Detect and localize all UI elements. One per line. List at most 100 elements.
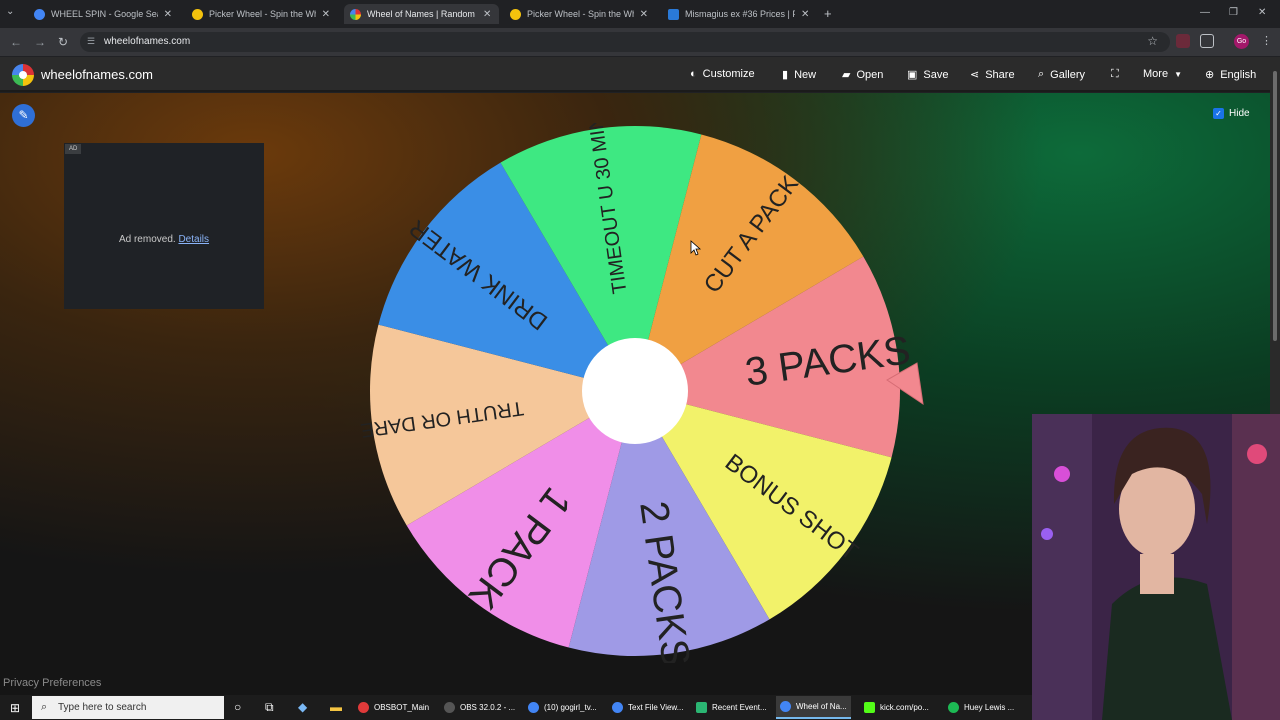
new-file-icon: ▮ bbox=[782, 69, 789, 81]
checkbox-checked-icon[interactable]: ✓ bbox=[1213, 108, 1224, 119]
new-label: New bbox=[794, 68, 817, 81]
google-favicon-icon bbox=[34, 8, 45, 20]
windows-start-icon[interactable]: ⊞ bbox=[10, 701, 20, 715]
taskbar-app[interactable]: Huey Lewis ... bbox=[944, 696, 1018, 719]
taskbar-app[interactable]: (10) gogirl_tv... bbox=[524, 696, 601, 719]
spin-wheel[interactable]: 3 PACKSBONUS SHOT2 PACKS1 PACKTRUTH OR D… bbox=[360, 123, 930, 663]
extension-icon[interactable] bbox=[1176, 34, 1190, 48]
close-tab-icon[interactable]: ✕ bbox=[164, 9, 172, 20]
open-label: Open bbox=[856, 68, 884, 81]
ad-details-link[interactable]: Details bbox=[178, 234, 209, 245]
save-label: Save bbox=[923, 68, 949, 81]
browser-tab[interactable]: Mismagius ex #36 Prices | Poke ✕ bbox=[662, 4, 817, 24]
url-text: wheelofnames.com bbox=[104, 36, 191, 47]
cortana-icon[interactable]: ○ bbox=[234, 700, 241, 714]
back-icon[interactable]: ← bbox=[10, 35, 22, 49]
taskbar-app-active[interactable]: Wheel of Na... bbox=[776, 696, 851, 719]
language-label: English bbox=[1220, 68, 1257, 81]
close-tab-icon[interactable]: ✕ bbox=[801, 9, 809, 20]
obs-icon bbox=[444, 702, 455, 713]
wheel-center-button[interactable] bbox=[582, 338, 688, 444]
site-name[interactable]: wheelofnames.com bbox=[41, 67, 153, 82]
taskbar-app[interactable]: OBSBOT_Main bbox=[354, 696, 433, 719]
chrome-icon bbox=[612, 702, 623, 713]
minimize-icon[interactable]: — bbox=[1200, 7, 1210, 18]
taskbar-app[interactable]: Text File View... bbox=[608, 696, 687, 719]
folder-icon: ▰ bbox=[842, 69, 851, 81]
save-button[interactable]: ▣ Save bbox=[907, 68, 949, 82]
pricecharting-favicon-icon bbox=[668, 8, 679, 20]
tab-title: Mismagius ex #36 Prices | Poke bbox=[685, 9, 795, 19]
forward-icon[interactable]: → bbox=[34, 35, 46, 49]
more-button[interactable]: More ▼ bbox=[1143, 68, 1182, 80]
taskbar-app[interactable]: Recent Event... bbox=[692, 696, 771, 719]
browser-tab[interactable]: WHEEL SPIN - Google Search ✕ bbox=[28, 4, 178, 24]
privacy-preferences-link[interactable]: Privacy Preferences bbox=[3, 677, 101, 689]
picker-wheel-favicon-icon bbox=[510, 8, 521, 20]
share-label: Share bbox=[985, 68, 1015, 81]
customize-label: Customize bbox=[702, 68, 755, 80]
task-view-icon[interactable]: ⧉ bbox=[265, 700, 274, 715]
taskbar-app[interactable]: kick.com/po... bbox=[860, 696, 933, 719]
profile-avatar[interactable]: Go bbox=[1234, 34, 1249, 49]
customize-button[interactable]: ◐ Customize bbox=[690, 68, 755, 80]
windows-taskbar: ⊞ ⌕ Type here to search ○ ⧉ ◆ ▬ OBSBOT_M… bbox=[0, 695, 1032, 720]
site-info-icon[interactable]: ☰ bbox=[87, 36, 95, 47]
search-placeholder: Type here to search bbox=[58, 702, 147, 713]
wheel-of-names-favicon-icon bbox=[350, 8, 361, 20]
fullscreen-icon: ⛶ bbox=[1111, 68, 1119, 80]
ad-removed-label: Ad removed. bbox=[118, 234, 176, 245]
tab-title: Wheel of Names | Random nam bbox=[367, 9, 477, 19]
spotify-icon bbox=[948, 702, 959, 713]
browser-tab[interactable]: Picker Wheel - Spin the Wheel t ✕ bbox=[504, 4, 654, 24]
webcam-person-image bbox=[1032, 414, 1280, 720]
tab-title: Picker Wheel - Spin the Wheel t bbox=[209, 9, 316, 19]
extensions-puzzle-icon[interactable] bbox=[1200, 34, 1214, 48]
open-button[interactable]: ▰ Open bbox=[842, 68, 884, 82]
new-button[interactable]: ▮ New bbox=[782, 68, 817, 82]
tab-title: Picker Wheel - Spin the Wheel t bbox=[527, 9, 634, 19]
address-bar[interactable]: ☰ wheelofnames.com ☆ bbox=[80, 32, 1170, 52]
close-tab-icon[interactable]: ✕ bbox=[483, 9, 491, 20]
logo-icon[interactable] bbox=[12, 64, 34, 86]
edit-pencil-icon[interactable]: ✎ bbox=[12, 104, 35, 127]
chrome-icon bbox=[528, 702, 539, 713]
share-button[interactable]: ⋖ Share bbox=[970, 68, 1015, 82]
reload-icon[interactable]: ↻ bbox=[58, 35, 68, 49]
globe-icon: ⊕ bbox=[1205, 69, 1215, 81]
hide-toggle[interactable]: ✓ Hide bbox=[1213, 108, 1250, 119]
taskbar-app[interactable]: OBS 32.0.2 - ... bbox=[440, 696, 519, 719]
copilot-icon[interactable]: ◆ bbox=[298, 700, 307, 714]
share-icon: ⋖ bbox=[970, 69, 980, 81]
gallery-button[interactable]: ⌕ Gallery bbox=[1038, 68, 1085, 81]
browser-toolbar: ← → ↻ ☰ wheelofnames.com ☆ Go ⋮ bbox=[0, 28, 1280, 56]
close-tab-icon[interactable]: ✕ bbox=[640, 9, 648, 20]
tab-title: WHEEL SPIN - Google Search bbox=[51, 9, 158, 19]
browser-menu-icon[interactable]: ⋮ bbox=[1261, 34, 1272, 47]
search-icon: ⌕ bbox=[41, 701, 48, 713]
chrome-icon bbox=[780, 701, 791, 712]
browser-tab-active[interactable]: Wheel of Names | Random nam ✕ bbox=[344, 4, 499, 24]
browser-tab[interactable]: Picker Wheel - Spin the Wheel t ✕ bbox=[186, 4, 336, 24]
taskbar-app-label: Text File View... bbox=[628, 703, 684, 712]
close-window-icon[interactable]: ✕ bbox=[1258, 7, 1266, 18]
scrollbar-thumb[interactable] bbox=[1273, 71, 1277, 341]
close-tab-icon[interactable]: ✕ bbox=[322, 9, 330, 20]
taskbar-search-box[interactable]: ⌕ Type here to search bbox=[32, 696, 224, 719]
bookmark-star-icon[interactable]: ☆ bbox=[1147, 34, 1158, 48]
search-icon: ⌕ bbox=[1038, 68, 1045, 80]
restore-icon[interactable]: ❐ bbox=[1229, 7, 1238, 18]
taskbar-app-label: Recent Event... bbox=[712, 703, 767, 712]
language-button[interactable]: ⊕ English bbox=[1205, 68, 1257, 82]
obsbot-icon bbox=[358, 702, 369, 713]
new-tab-icon[interactable]: + bbox=[824, 6, 832, 21]
ad-removed-text: Ad removed. Details bbox=[64, 234, 264, 245]
taskbar-app-label: kick.com/po... bbox=[880, 703, 929, 712]
fullscreen-button[interactable]: ⛶ bbox=[1111, 68, 1119, 81]
file-explorer-icon[interactable]: ▬ bbox=[330, 700, 342, 714]
site-header: wheelofnames.com ◐ Customize ▮ New ▰ Ope… bbox=[0, 57, 1270, 92]
taskbar-app-label: OBS 32.0.2 - ... bbox=[460, 703, 516, 712]
hide-label: Hide bbox=[1229, 108, 1250, 119]
tab-search-icon[interactable]: ⌄ bbox=[6, 6, 14, 17]
browser-tab-strip: ⌄ WHEEL SPIN - Google Search ✕ Picker Wh… bbox=[0, 0, 1280, 28]
